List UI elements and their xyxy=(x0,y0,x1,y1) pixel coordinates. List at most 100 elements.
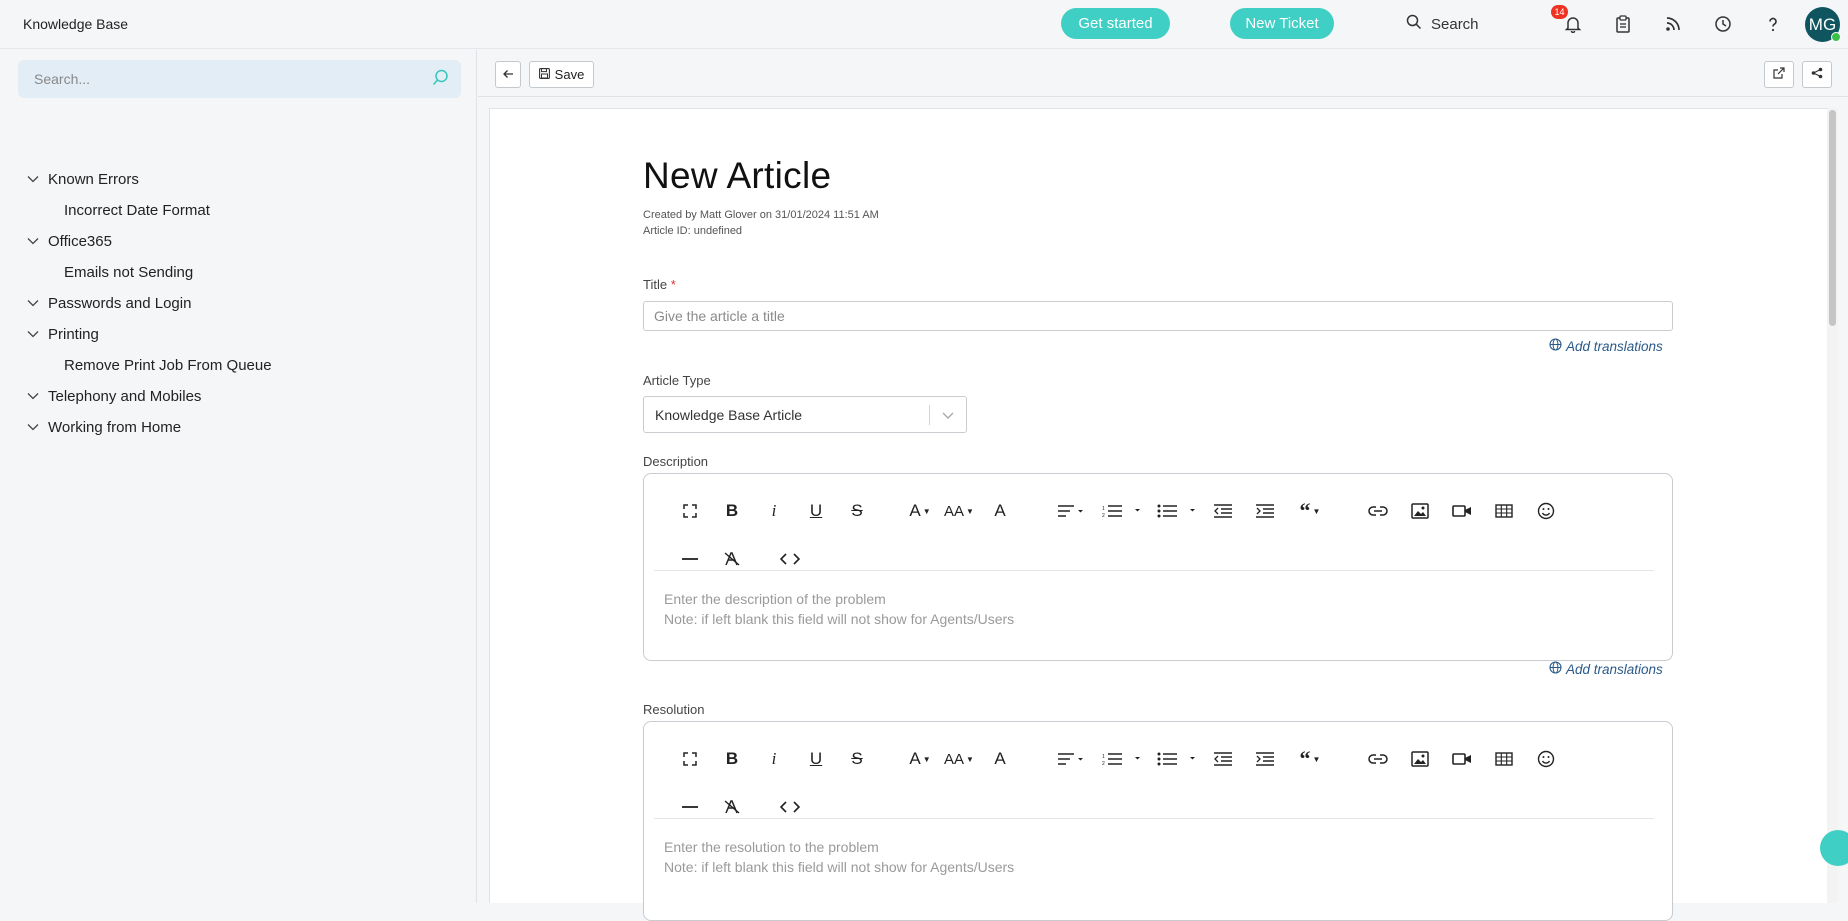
font-size-icon[interactable]: AA ▼ xyxy=(941,498,977,524)
tree-item-telephony-and-mobiles[interactable]: Telephony and Mobiles xyxy=(27,385,201,407)
chevron-down-icon[interactable] xyxy=(27,296,41,310)
sidebar-search-input[interactable] xyxy=(18,60,461,98)
share-button[interactable] xyxy=(1802,61,1832,88)
save-button[interactable]: Save xyxy=(529,61,594,88)
avatar-initials: MG xyxy=(1808,14,1837,34)
unordered-list-icon[interactable] xyxy=(1156,746,1198,772)
tree-item-known-errors[interactable]: Known Errors xyxy=(27,168,139,190)
search-icon[interactable] xyxy=(432,69,449,91)
notification-badge: 14 xyxy=(1551,5,1568,19)
video-icon[interactable] xyxy=(1449,498,1475,524)
global-search[interactable]: Search xyxy=(1406,14,1479,34)
image-icon[interactable] xyxy=(1407,498,1433,524)
add-translations-label: Add translations xyxy=(1566,338,1663,354)
horizontal-rule-icon[interactable] xyxy=(677,546,703,572)
align-icon[interactable] xyxy=(1054,498,1088,524)
new-ticket-button[interactable]: New Ticket xyxy=(1230,8,1334,39)
user-avatar[interactable]: MG xyxy=(1805,7,1841,42)
tree-item-passwords-and-login[interactable]: Passwords and Login xyxy=(27,292,191,314)
arrow-left-icon xyxy=(502,67,514,82)
tree-item-label: Incorrect Date Format xyxy=(64,201,210,219)
article-type-label: Article Type xyxy=(643,373,711,388)
editor-divider xyxy=(654,570,1654,571)
text-color-icon[interactable]: A xyxy=(987,498,1013,524)
floppy-disk-icon xyxy=(538,67,550,82)
chevron-down-icon[interactable] xyxy=(27,420,41,434)
content-toolbar: Save xyxy=(478,50,1848,97)
bold-icon[interactable]: B xyxy=(719,498,745,524)
text-color-icon[interactable]: A xyxy=(987,746,1013,772)
tree-item-office365[interactable]: Office365 xyxy=(27,230,112,252)
ordered-list-icon[interactable]: 12 xyxy=(1101,746,1143,772)
indent-icon[interactable] xyxy=(1252,498,1278,524)
indent-icon[interactable] xyxy=(1252,746,1278,772)
chevron-down-icon[interactable] xyxy=(27,327,41,341)
article-type-value: Knowledge Base Article xyxy=(655,406,803,423)
emoji-icon[interactable] xyxy=(1533,746,1559,772)
font-family-icon[interactable]: A ▼ xyxy=(904,746,936,772)
clipboard-icon[interactable] xyxy=(1612,13,1634,35)
fullscreen-icon[interactable] xyxy=(677,746,703,772)
ordered-list-icon[interactable]: 12 xyxy=(1101,498,1143,524)
chevron-down-icon[interactable] xyxy=(27,389,41,403)
title-input[interactable] xyxy=(643,301,1673,331)
video-icon[interactable] xyxy=(1449,746,1475,772)
tree-item-working-from-home[interactable]: Working from Home xyxy=(27,416,181,438)
unordered-list-icon[interactable] xyxy=(1156,498,1198,524)
back-button[interactable] xyxy=(495,61,521,88)
add-translations-link[interactable]: Add translations xyxy=(1549,338,1663,354)
outdent-icon[interactable] xyxy=(1210,498,1236,524)
strikethrough-icon[interactable]: S xyxy=(844,746,870,772)
article-type-select[interactable]: Knowledge Base Article xyxy=(643,396,967,433)
font-family-icon[interactable]: A ▼ xyxy=(904,498,936,524)
code-view-icon[interactable] xyxy=(777,794,803,820)
description-placeholder[interactable]: Enter the description of the problem Not… xyxy=(664,590,1014,629)
tree-item-label: Office365 xyxy=(48,232,112,250)
bold-icon[interactable]: B xyxy=(719,746,745,772)
chat-widget-button[interactable] xyxy=(1820,830,1848,866)
tree-item-incorrect-date-format[interactable]: Incorrect Date Format xyxy=(64,199,210,221)
external-link-icon xyxy=(1773,67,1785,82)
resolution-placeholder[interactable]: Enter the resolution to the problem Note… xyxy=(664,838,1014,877)
clear-formatting-icon[interactable] xyxy=(719,794,745,820)
scrollbar-thumb[interactable] xyxy=(1829,110,1836,326)
link-icon[interactable] xyxy=(1365,498,1391,524)
font-size-icon[interactable]: AA ▼ xyxy=(941,746,977,772)
emoji-icon[interactable] xyxy=(1533,498,1559,524)
open-external-button[interactable] xyxy=(1764,61,1794,88)
clock-icon[interactable] xyxy=(1712,13,1734,35)
tree-item-emails-not-sending[interactable]: Emails not Sending xyxy=(64,261,193,283)
get-started-button[interactable]: Get started xyxy=(1061,8,1170,39)
help-icon[interactable] xyxy=(1762,13,1784,35)
add-translations-link[interactable]: Add translations xyxy=(1549,661,1663,677)
resolution-editor[interactable]: B i U S A ▼ AA ▼ A 12 “▼ Enter the resolut… xyxy=(643,721,1673,921)
align-icon[interactable] xyxy=(1054,746,1088,772)
link-icon[interactable] xyxy=(1365,746,1391,772)
horizontal-rule-icon[interactable] xyxy=(677,794,703,820)
chevron-down-icon[interactable] xyxy=(27,172,41,186)
italic-icon[interactable]: i xyxy=(761,746,787,772)
fullscreen-icon[interactable] xyxy=(677,498,703,524)
quote-icon[interactable]: “▼ xyxy=(1293,498,1327,524)
tree-item-printing[interactable]: Printing xyxy=(27,323,99,345)
strikethrough-icon[interactable]: S xyxy=(844,498,870,524)
svg-text:2: 2 xyxy=(1102,761,1105,766)
table-icon[interactable] xyxy=(1491,746,1517,772)
italic-icon[interactable]: i xyxy=(761,498,787,524)
underline-icon[interactable]: U xyxy=(803,498,829,524)
underline-icon[interactable]: U xyxy=(803,746,829,772)
code-view-icon[interactable] xyxy=(777,546,803,572)
share-icon xyxy=(1811,67,1823,82)
image-icon[interactable] xyxy=(1407,746,1433,772)
description-editor[interactable]: B i U S A ▼ AA ▼ A 12 “▼ Enter the descrip… xyxy=(643,473,1673,661)
chevron-down-icon[interactable] xyxy=(941,408,955,425)
content-scrollbar[interactable] xyxy=(1827,108,1838,903)
quote-icon[interactable]: “▼ xyxy=(1293,746,1327,772)
tree-item-remove-print-job[interactable]: Remove Print Job From Queue xyxy=(64,354,272,376)
clear-formatting-icon[interactable] xyxy=(719,546,745,572)
rss-icon[interactable] xyxy=(1662,13,1684,35)
online-status-dot xyxy=(1831,32,1841,42)
chevron-down-icon[interactable] xyxy=(27,234,41,248)
outdent-icon[interactable] xyxy=(1210,746,1236,772)
table-icon[interactable] xyxy=(1491,498,1517,524)
